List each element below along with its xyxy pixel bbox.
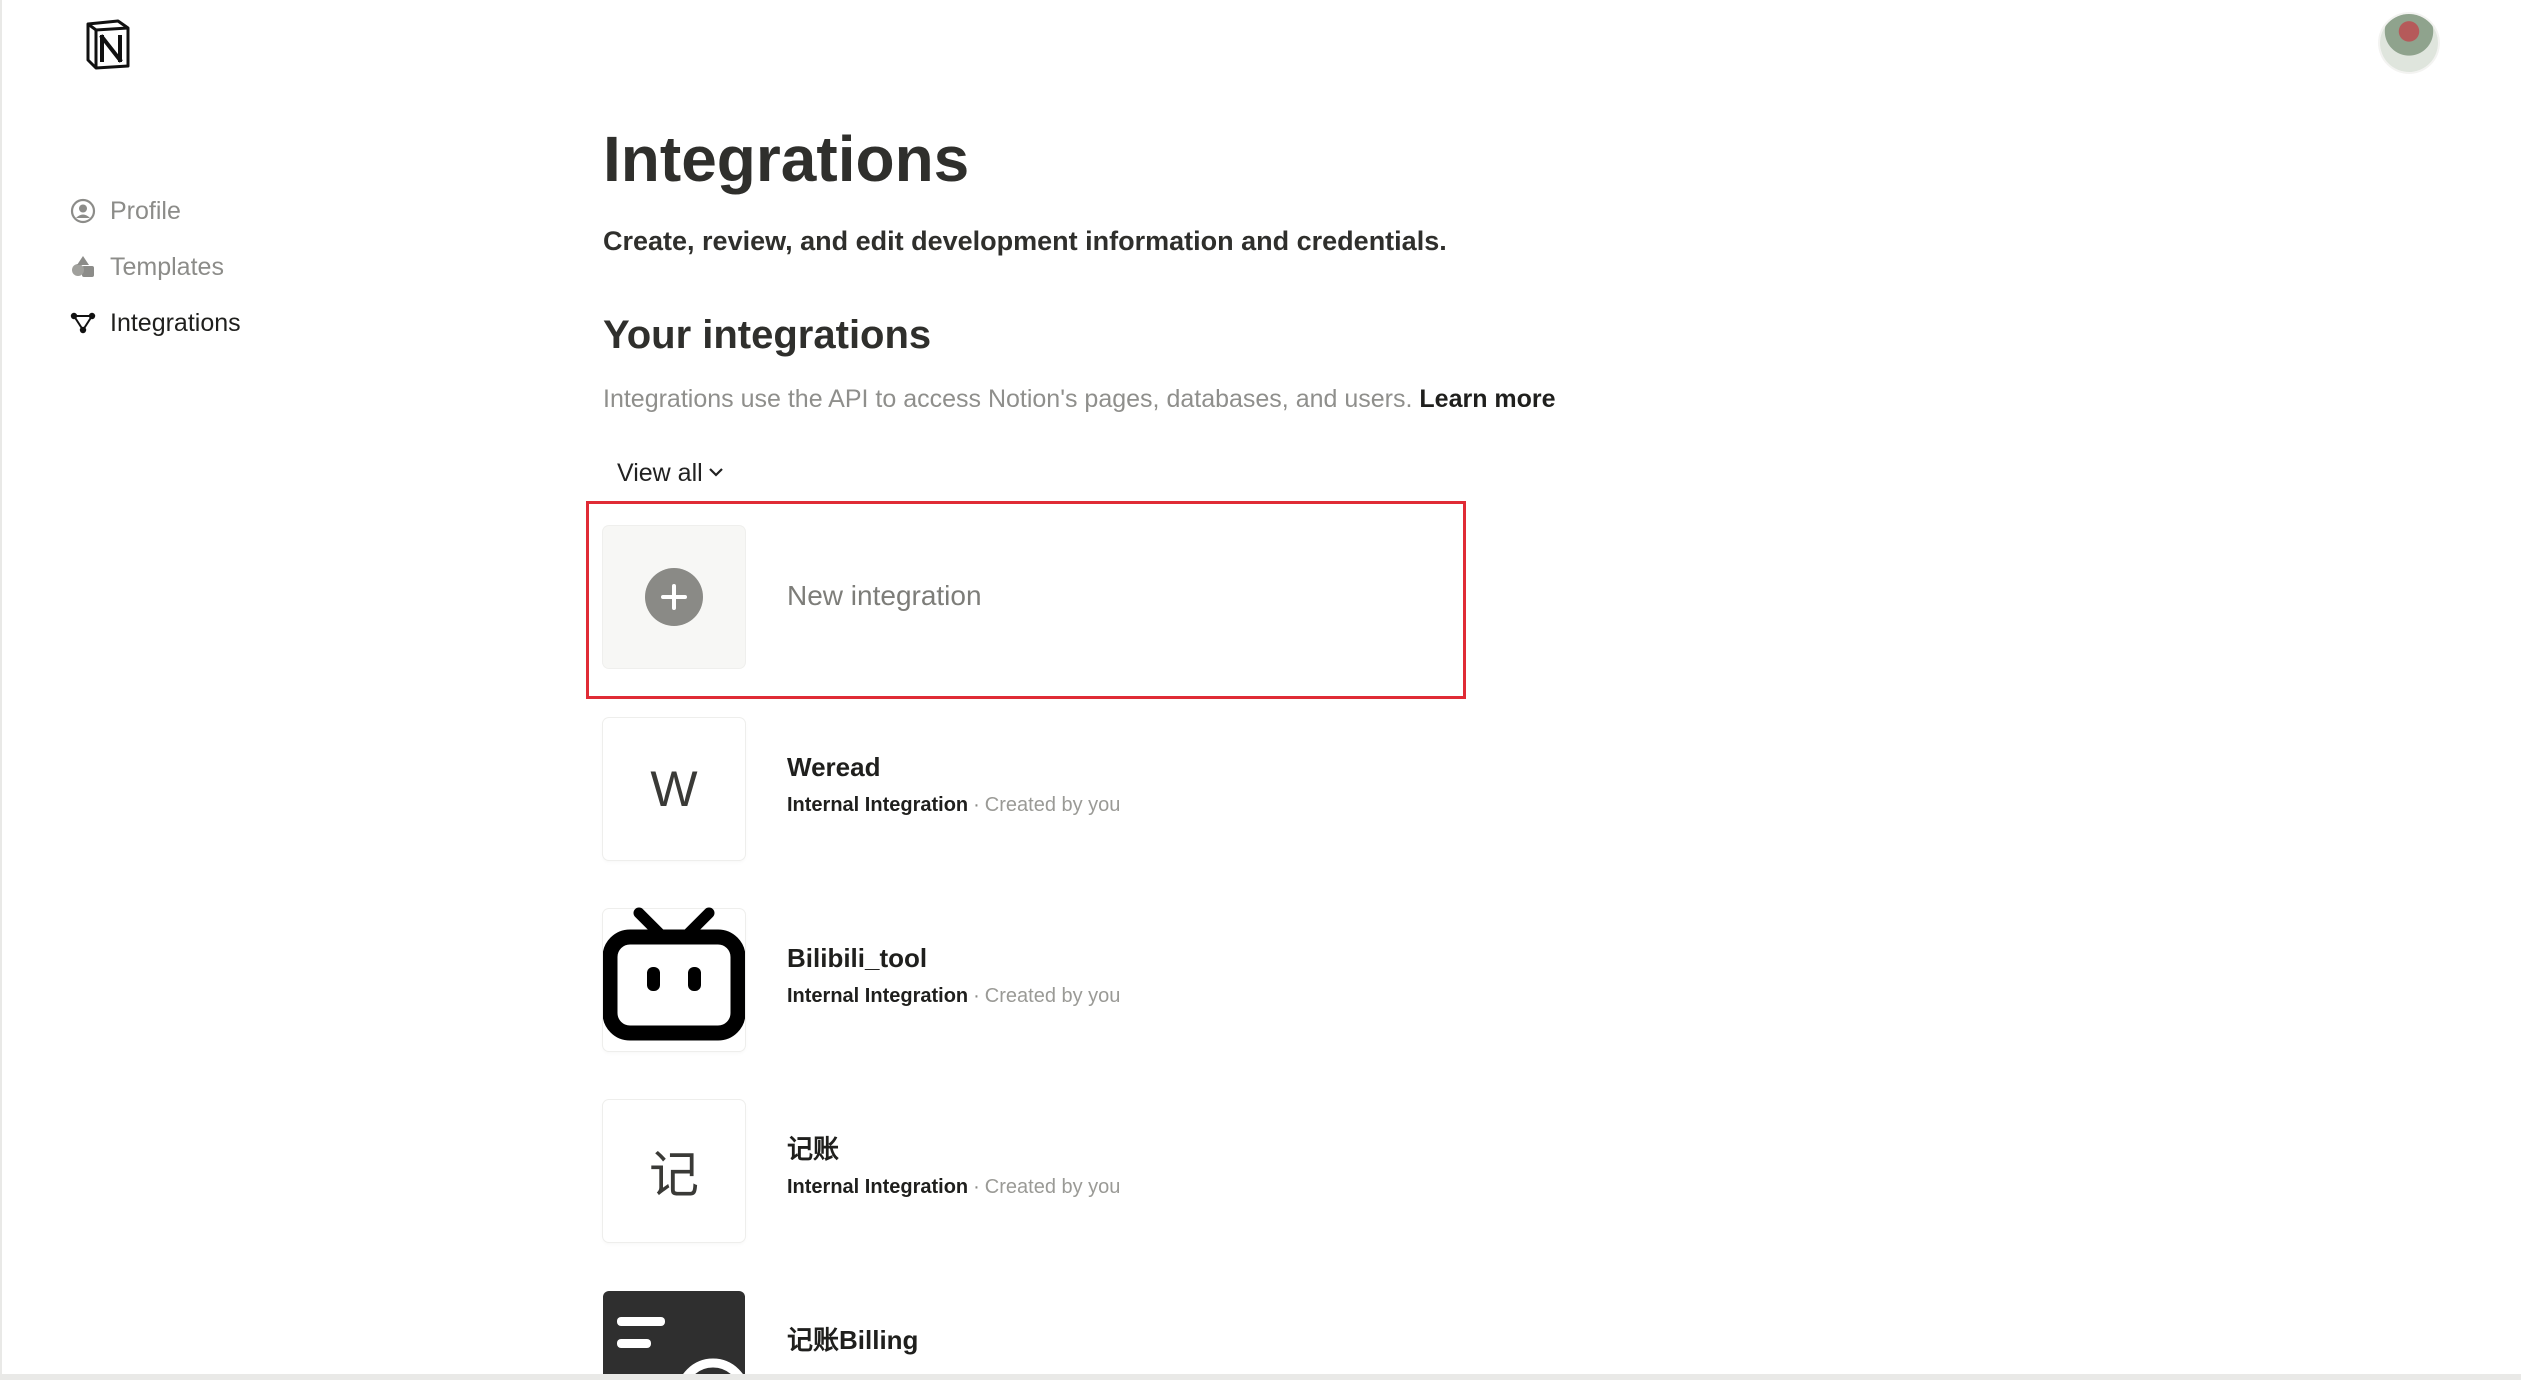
main-content: Integrations Create, review, and edit de… bbox=[603, 118, 1903, 416]
sidebar-item-label: Templates bbox=[110, 252, 224, 281]
separator-dot: · bbox=[973, 794, 980, 816]
sidebar-item-label: Profile bbox=[110, 196, 181, 225]
section-description-text: Integrations use the API to access Notio… bbox=[603, 385, 1413, 413]
view-all-label: View all bbox=[617, 459, 703, 487]
integration-type: Internal Integration bbox=[787, 985, 969, 1007]
integration-card-billing[interactable]: 记账Billing bbox=[603, 1291, 1503, 1374]
integration-creator: Created by you bbox=[984, 985, 1121, 1007]
plus-circle-icon bbox=[645, 568, 703, 626]
separator-dot: · bbox=[973, 1176, 980, 1198]
integration-name[interactable]: Bilibili_tool bbox=[787, 941, 1120, 975]
separator-dot: · bbox=[973, 985, 980, 1007]
page-subtitle: Create, review, and edit development inf… bbox=[603, 226, 1447, 256]
integration-name[interactable]: Weread bbox=[787, 750, 1120, 784]
integration-icon-tile: 记 bbox=[603, 1100, 745, 1242]
letter-icon: 记 bbox=[649, 1147, 699, 1203]
window-left-edge bbox=[0, 0, 2, 1380]
integration-name[interactable]: 记账 bbox=[787, 1132, 1120, 1166]
integration-card-bilibili[interactable]: Bilibili_tool Internal Integration · Creat… bbox=[602, 907, 1503, 1054]
integration-card-jizhang[interactable]: 记 记账 Internal Integration · Created by you bbox=[603, 1100, 1503, 1245]
section-description: Integrations use the API to access Notio… bbox=[603, 382, 1903, 416]
integration-creator: Created by you bbox=[984, 794, 1121, 816]
sidebar-item-profile[interactable]: Profile bbox=[70, 183, 490, 239]
new-integration-label[interactable]: New integration bbox=[787, 578, 982, 614]
integration-type: Internal Integration bbox=[787, 794, 969, 816]
shapes-icon bbox=[70, 254, 96, 280]
learn-more-link[interactable]: Learn more bbox=[1419, 385, 1555, 413]
letter-icon: W bbox=[650, 761, 698, 817]
integration-name[interactable]: 记账Billing bbox=[787, 1323, 918, 1357]
new-integration-card[interactable]: New integration bbox=[603, 526, 1503, 671]
page-title: Integrations bbox=[603, 123, 970, 195]
user-avatar[interactable] bbox=[2380, 14, 2438, 72]
sidebar: Profile Templates Integrations bbox=[70, 183, 490, 351]
nodes-icon bbox=[70, 310, 96, 336]
integration-card-weread[interactable]: W Weread Internal Integration · Created by… bbox=[603, 718, 1503, 863]
billing-icon bbox=[603, 1291, 745, 1374]
integration-type: Internal Integration bbox=[787, 1176, 969, 1198]
person-circle-icon bbox=[70, 198, 96, 224]
sidebar-item-integrations[interactable]: Integrations bbox=[70, 295, 490, 351]
integration-meta: Internal Integration · Created by you bbox=[787, 1176, 1120, 1199]
sidebar-item-label: Integrations bbox=[110, 308, 241, 337]
integration-icon-tile bbox=[602, 907, 746, 1054]
bilibili-icon bbox=[602, 907, 746, 1054]
view-all-dropdown[interactable]: View all bbox=[617, 459, 725, 488]
notion-logo[interactable] bbox=[82, 18, 134, 70]
integration-creator: Created by you bbox=[984, 1176, 1121, 1198]
section-title: Your integrations bbox=[603, 313, 932, 357]
chevron-down-icon bbox=[703, 459, 725, 488]
integration-meta: Internal Integration · Created by you bbox=[787, 794, 1120, 817]
window-bottom-edge bbox=[0, 1374, 2521, 1380]
new-integration-tile[interactable] bbox=[603, 526, 745, 668]
integration-icon-tile: W bbox=[603, 718, 745, 860]
sidebar-item-templates[interactable]: Templates bbox=[70, 239, 490, 295]
integration-meta: Internal Integration · Created by you bbox=[787, 985, 1120, 1008]
